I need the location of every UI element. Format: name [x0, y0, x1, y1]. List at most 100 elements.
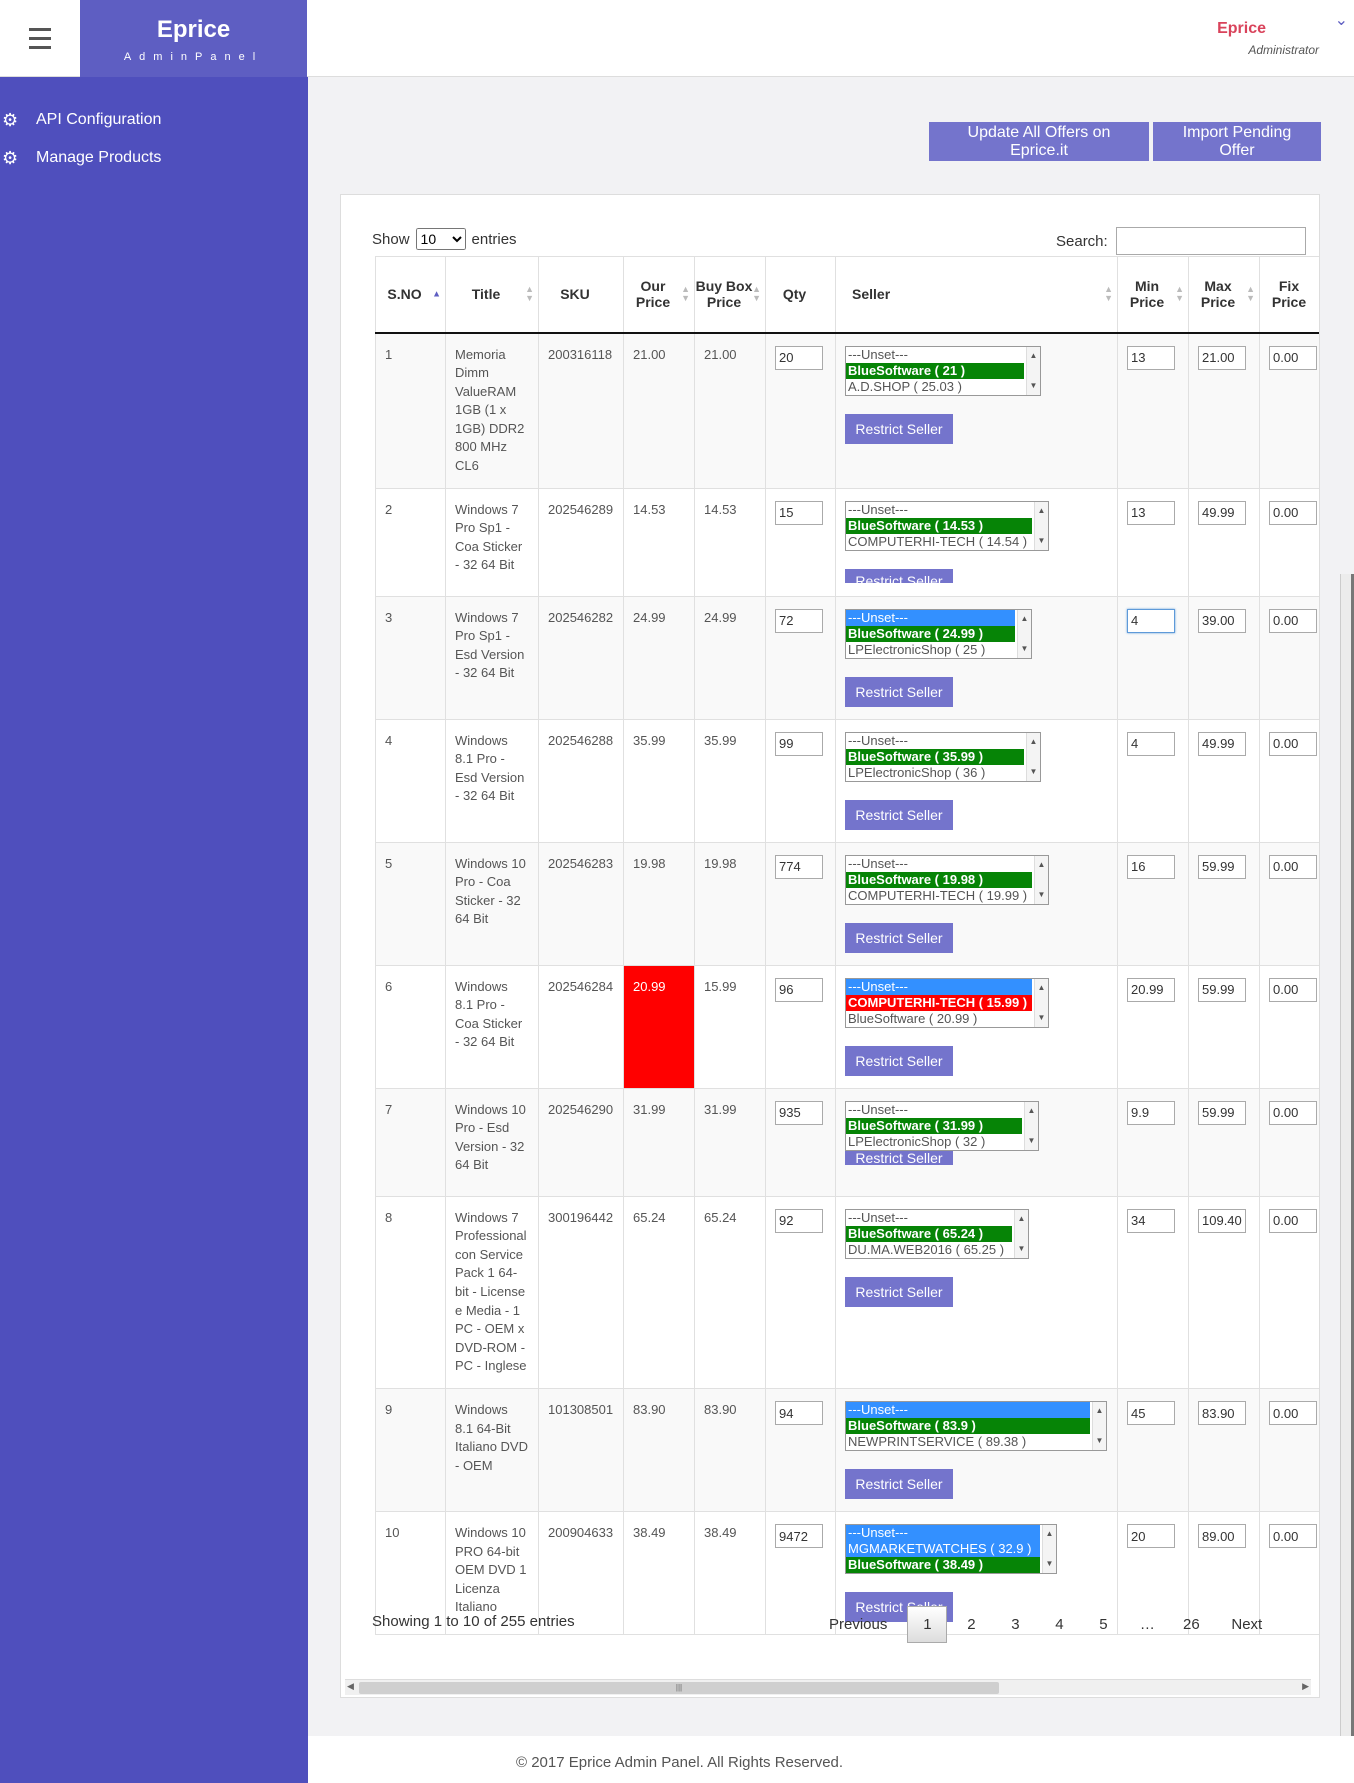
- scroll-down-icon[interactable]: ▼: [1025, 1133, 1038, 1149]
- seller-option[interactable]: COMPUTERHI-TECH ( 14.54 ): [846, 534, 1032, 550]
- fix-price-input[interactable]: [1269, 1100, 1317, 1125]
- fix-price-input[interactable]: [1269, 608, 1317, 633]
- qty-input[interactable]: [775, 345, 823, 370]
- pagination-page[interactable]: 2: [951, 1606, 991, 1643]
- min-price-input[interactable]: [1127, 1208, 1175, 1233]
- update-all-offers-button[interactable]: Update All Offers on Eprice.it: [929, 122, 1149, 161]
- seller-scrollbar[interactable]: ▲ ▼: [1014, 1209, 1028, 1258]
- entries-select[interactable]: 10: [415, 228, 466, 250]
- seller-option[interactable]: LPElectronicShop ( 36 ): [846, 765, 1024, 781]
- seller-option[interactable]: ---Unset---: [846, 347, 1024, 363]
- restrict-seller-button[interactable]: Restrict Seller: [845, 413, 953, 444]
- scroll-down-icon[interactable]: ▼: [1035, 1010, 1048, 1026]
- col-fix-price[interactable]: Fix Price▲▼: [1259, 256, 1319, 334]
- import-pending-offer-button[interactable]: Import Pending Offer: [1153, 122, 1321, 161]
- seller-option[interactable]: BlueSoftware ( 31.99 ): [846, 1117, 1022, 1134]
- max-price-input[interactable]: [1198, 1100, 1246, 1125]
- seller-select[interactable]: ---Unset--- BlueSoftware ( 83.9 ) NEWPRINT…: [845, 1401, 1107, 1451]
- scroll-down-icon[interactable]: ▼: [1035, 887, 1048, 903]
- scroll-down-icon[interactable]: ▼: [1018, 641, 1031, 657]
- fix-price-input[interactable]: [1269, 977, 1317, 1002]
- seller-select[interactable]: ---Unset--- BlueSoftware ( 19.98 ) COMPUTE…: [845, 854, 1049, 905]
- sidebar-item-api-configuration[interactable]: ⚙ API Configuration: [0, 101, 308, 139]
- max-price-input[interactable]: [1198, 1208, 1246, 1233]
- seller-option[interactable]: BlueSoftware ( 20.99 ): [846, 1011, 1032, 1027]
- scrollbar-thumb[interactable]: |||: [359, 1682, 999, 1694]
- min-price-input[interactable]: [1127, 1524, 1175, 1548]
- seller-option[interactable]: DU.MA.WEB2016 ( 65.25 ): [846, 1242, 1012, 1258]
- seller-option[interactable]: BlueSoftware ( 65.24 ): [846, 1225, 1012, 1242]
- seller-option[interactable]: BlueSoftware ( 35.99 ): [846, 748, 1024, 765]
- seller-select[interactable]: ---Unset--- COMPUTERHI-TECH ( 15.99 ) Blue…: [845, 977, 1049, 1028]
- user-name[interactable]: Eprice: [1217, 20, 1266, 38]
- col-min-price[interactable]: Min Price ▲ ▼: [1117, 256, 1189, 334]
- scroll-down-icon[interactable]: ▼: [1015, 1241, 1028, 1257]
- restrict-seller-button[interactable]: Restrict Seller: [845, 922, 953, 953]
- min-price-input[interactable]: [1127, 608, 1175, 633]
- pagination-page[interactable]: 1: [907, 1606, 948, 1643]
- seller-option[interactable]: NEWPRINTSERVICE ( 89.38 ): [846, 1434, 1090, 1450]
- seller-option[interactable]: BlueSoftware ( 21 ): [846, 362, 1024, 379]
- restrict-seller-button[interactable]: Restrict Seller: [845, 1045, 953, 1076]
- restrict-seller-button[interactable]: Restrict Seller: [845, 1150, 953, 1165]
- fix-price-input[interactable]: [1269, 1524, 1317, 1548]
- max-price-input[interactable]: [1198, 854, 1246, 879]
- seller-option[interactable]: ---Unset---: [846, 502, 1032, 518]
- pagination-page[interactable]: 4: [1039, 1606, 1079, 1643]
- seller-option[interactable]: BlueSoftware ( 14.53 ): [846, 517, 1032, 534]
- col-title[interactable]: Title ▲ ▼: [445, 256, 539, 334]
- sidebar-item-manage-products[interactable]: ⚙ Manage Products: [0, 139, 308, 177]
- pagination-previous[interactable]: Previous: [813, 1606, 903, 1643]
- col-buybox-price[interactable]: Buy Box Price ▲ ▼: [694, 256, 766, 334]
- seller-option[interactable]: ---Unset---: [846, 856, 1032, 872]
- seller-option[interactable]: MGMARKETWATCHES ( 32.9 ): [846, 1541, 1040, 1557]
- pagination-page[interactable]: 3: [995, 1606, 1035, 1643]
- seller-option[interactable]: BlueSoftware ( 24.99 ): [846, 625, 1015, 642]
- col-max-price[interactable]: Max Price ▲ ▼: [1188, 256, 1260, 334]
- min-price-input[interactable]: [1127, 731, 1175, 756]
- fix-price-input[interactable]: [1269, 500, 1317, 525]
- chevron-down-icon[interactable]: ⌄: [1335, 10, 1348, 30]
- scroll-up-icon[interactable]: ▲: [1035, 857, 1048, 873]
- max-price-input[interactable]: [1198, 1524, 1246, 1548]
- scroll-down-icon[interactable]: ▼: [1043, 1556, 1056, 1572]
- seller-option[interactable]: A.D.SHOP ( 25.03 ): [846, 379, 1024, 395]
- scroll-down-icon[interactable]: ▼: [1027, 378, 1040, 394]
- min-price-input[interactable]: [1127, 1401, 1175, 1425]
- seller-option[interactable]: ---Unset---: [846, 1525, 1040, 1541]
- seller-scrollbar[interactable]: ▲ ▼: [1034, 978, 1048, 1027]
- search-input[interactable]: [1115, 227, 1306, 255]
- fix-price-input[interactable]: [1269, 854, 1317, 879]
- max-price-input[interactable]: [1198, 345, 1246, 370]
- seller-select[interactable]: ---Unset--- BlueSoftware ( 24.99 ) LPElect…: [845, 608, 1032, 659]
- seller-option[interactable]: BlueSoftware ( 83.9 ): [846, 1418, 1090, 1434]
- qty-input[interactable]: [775, 1524, 823, 1548]
- col-qty[interactable]: Qty: [765, 256, 836, 334]
- seller-select[interactable]: ---Unset--- BlueSoftware ( 21 ) A.D.SHOP (…: [845, 345, 1041, 396]
- scroll-up-icon[interactable]: ▲: [1035, 503, 1048, 519]
- scroll-up-icon[interactable]: ▲: [1015, 1211, 1028, 1227]
- min-price-input[interactable]: [1127, 854, 1175, 879]
- restrict-seller-button[interactable]: Restrict Seller: [845, 1469, 953, 1499]
- seller-scrollbar[interactable]: ▲ ▼: [1034, 855, 1048, 904]
- seller-scrollbar[interactable]: ▲ ▼: [1026, 732, 1040, 781]
- col-sku[interactable]: SKU: [538, 256, 624, 334]
- restrict-seller-button[interactable]: Restrict Seller: [845, 799, 953, 830]
- seller-option[interactable]: ---Unset---: [846, 733, 1024, 749]
- seller-option[interactable]: BlueSoftware ( 38.49 ): [846, 1557, 1040, 1573]
- scroll-right-icon[interactable]: ▶: [1302, 1681, 1309, 1692]
- max-price-input[interactable]: [1198, 1401, 1246, 1425]
- pagination-page[interactable]: 5: [1083, 1606, 1123, 1643]
- fix-price-input[interactable]: [1269, 731, 1317, 756]
- seller-option[interactable]: ---Unset---: [846, 1402, 1090, 1418]
- min-price-input[interactable]: [1127, 345, 1175, 370]
- scroll-down-icon[interactable]: ▼: [1035, 533, 1048, 549]
- min-price-input[interactable]: [1127, 1100, 1175, 1125]
- pagination-page[interactable]: 26: [1171, 1606, 1211, 1643]
- scroll-up-icon[interactable]: ▲: [1018, 611, 1031, 627]
- min-price-input[interactable]: [1127, 500, 1175, 525]
- qty-input[interactable]: [775, 1208, 823, 1233]
- seller-scrollbar[interactable]: ▲ ▼: [1042, 1525, 1056, 1573]
- scroll-up-icon[interactable]: ▲: [1027, 348, 1040, 364]
- qty-input[interactable]: [775, 608, 823, 633]
